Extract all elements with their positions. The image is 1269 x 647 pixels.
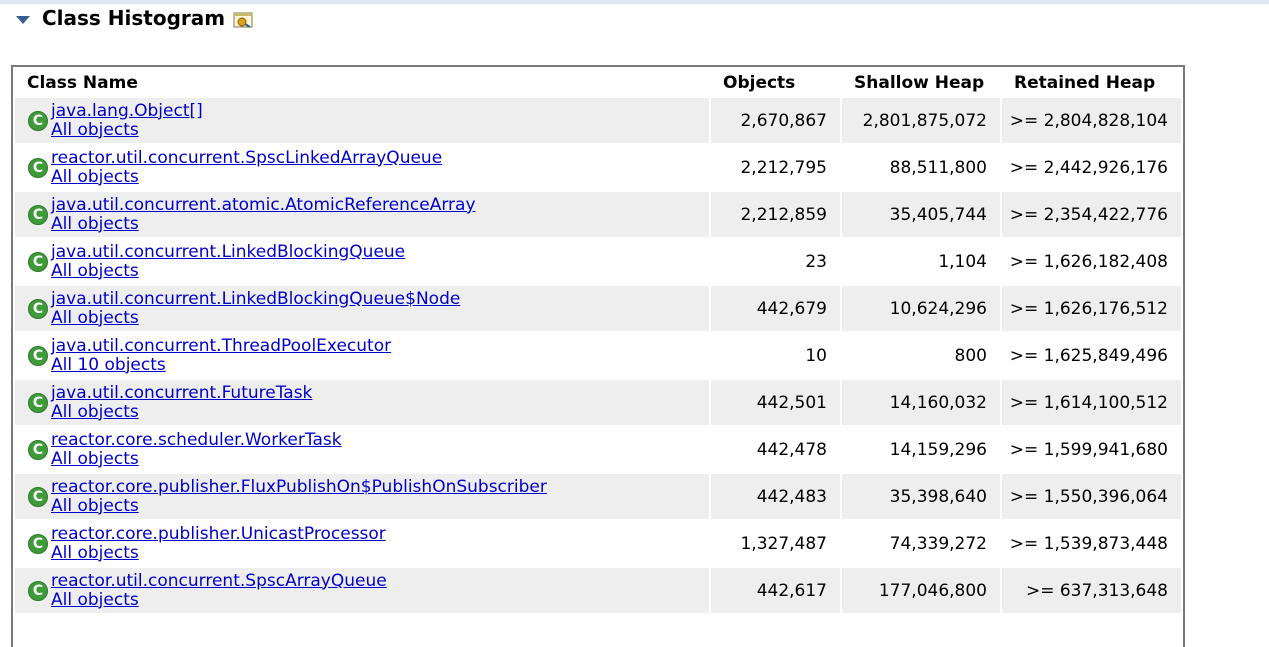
class-name-link[interactable]: reactor.core.publisher.UnicastProcessor <box>51 524 386 544</box>
top-strip <box>0 0 1269 4</box>
all-objects-link[interactable]: All 10 objects <box>51 355 391 375</box>
objects-cell: 10 <box>711 333 840 378</box>
objects-cell: 442,478 <box>711 427 840 472</box>
class-c-icon: C <box>28 251 48 272</box>
class-name-cell: C java.util.concurrent.FutureTask All ob… <box>15 380 709 425</box>
retained-heap-cell: >= 1,614,100,512 <box>1002 380 1181 425</box>
table-row: C java.util.concurrent.atomic.AtomicRefe… <box>15 192 1181 237</box>
retained-heap-cell: >= 1,625,849,496 <box>1002 333 1181 378</box>
class-c-icon: C <box>28 204 48 225</box>
collapse-triangle-icon[interactable] <box>16 15 30 24</box>
class-name-cell: C reactor.core.scheduler.WorkerTask All … <box>15 427 709 472</box>
shallow-heap-cell: 88,511,800 <box>842 145 1000 190</box>
objects-cell: 442,483 <box>711 474 840 519</box>
class-name-link[interactable]: java.util.concurrent.LinkedBlockingQueue <box>51 242 405 262</box>
shallow-heap-cell: 35,405,744 <box>842 192 1000 237</box>
class-name-cell: C java.util.concurrent.LinkedBlockingQue… <box>15 239 709 284</box>
section-header: Class Histogram <box>16 5 253 31</box>
retained-heap-cell: >= 2,442,926,176 <box>1002 145 1181 190</box>
class-c-icon: C <box>28 345 48 366</box>
shallow-heap-cell: 74,339,272 <box>842 521 1000 566</box>
class-c-icon: C <box>28 439 48 460</box>
details-icon[interactable] <box>233 12 253 28</box>
all-objects-link[interactable]: All objects <box>51 120 203 140</box>
all-objects-link[interactable]: All objects <box>51 449 342 469</box>
objects-cell: 2,670,867 <box>711 98 840 143</box>
table-row: C reactor.core.publisher.FluxPublishOn$P… <box>15 474 1181 519</box>
class-name-link[interactable]: java.util.concurrent.FutureTask <box>51 383 312 403</box>
shallow-heap-cell: 14,159,296 <box>842 427 1000 472</box>
retained-heap-cell: >= 637,313,648 <box>1002 568 1181 613</box>
class-name-cell: C java.util.concurrent.ThreadPoolExecuto… <box>15 333 709 378</box>
class-name-link[interactable]: reactor.util.concurrent.SpscLinkedArrayQ… <box>51 148 442 168</box>
class-name-cell: C java.util.concurrent.atomic.AtomicRefe… <box>15 192 709 237</box>
shallow-heap-cell: 177,046,800 <box>842 568 1000 613</box>
class-histogram-table: Class Name Objects Shallow Heap Retained… <box>11 65 1185 647</box>
shallow-heap-cell: 10,624,296 <box>842 286 1000 331</box>
column-header-retained-heap[interactable]: Retained Heap <box>1002 69 1181 96</box>
class-name-link[interactable]: reactor.core.publisher.FluxPublishOn$Pub… <box>51 477 547 497</box>
table-row: C reactor.util.concurrent.SpscArrayQueue… <box>15 568 1181 613</box>
column-header-class-name[interactable]: Class Name <box>15 69 709 96</box>
table-row: C reactor.core.scheduler.WorkerTask All … <box>15 427 1181 472</box>
class-name-link[interactable]: java.util.concurrent.atomic.AtomicRefere… <box>51 195 476 215</box>
all-objects-link[interactable]: All objects <box>51 590 387 610</box>
class-name-link[interactable]: reactor.core.scheduler.WorkerTask <box>51 430 342 450</box>
table-row: C java.lang.Object[] All objects 2,670,8… <box>15 98 1181 143</box>
retained-heap-cell: >= 1,550,396,064 <box>1002 474 1181 519</box>
class-c-icon: C <box>28 392 48 413</box>
class-c-icon: C <box>28 157 48 178</box>
retained-heap-cell: >= 1,539,873,448 <box>1002 521 1181 566</box>
table-row: C reactor.util.concurrent.SpscLinkedArra… <box>15 145 1181 190</box>
table-header-row: Class Name Objects Shallow Heap Retained… <box>15 69 1181 96</box>
objects-cell: 442,617 <box>711 568 840 613</box>
class-c-icon: C <box>28 298 48 319</box>
all-objects-link[interactable]: All objects <box>51 496 547 516</box>
class-c-icon: C <box>28 580 48 601</box>
objects-cell: 1,327,487 <box>711 521 840 566</box>
retained-heap-cell: >= 2,804,828,104 <box>1002 98 1181 143</box>
all-objects-link[interactable]: All objects <box>51 167 442 187</box>
all-objects-link[interactable]: All objects <box>51 543 386 563</box>
objects-cell: 442,501 <box>711 380 840 425</box>
class-name-link[interactable]: java.lang.Object[] <box>51 101 203 121</box>
class-name-cell: C reactor.util.concurrent.SpscLinkedArra… <box>15 145 709 190</box>
class-c-icon: C <box>28 486 48 507</box>
table-row: C java.util.concurrent.FutureTask All ob… <box>15 380 1181 425</box>
table-row: C java.util.concurrent.ThreadPoolExecuto… <box>15 333 1181 378</box>
class-name-link[interactable]: java.util.concurrent.LinkedBlockingQueue… <box>51 289 460 309</box>
objects-cell: 23 <box>711 239 840 284</box>
class-name-link[interactable]: java.util.concurrent.ThreadPoolExecutor <box>51 336 391 356</box>
column-header-objects[interactable]: Objects <box>711 69 840 96</box>
objects-cell: 2,212,795 <box>711 145 840 190</box>
class-name-cell: C reactor.core.publisher.UnicastProcesso… <box>15 521 709 566</box>
shallow-heap-cell: 14,160,032 <box>842 380 1000 425</box>
shallow-heap-cell: 35,398,640 <box>842 474 1000 519</box>
class-name-cell: C reactor.core.publisher.FluxPublishOn$P… <box>15 474 709 519</box>
table-row: C java.util.concurrent.LinkedBlockingQue… <box>15 286 1181 331</box>
table-row: C java.util.concurrent.LinkedBlockingQue… <box>15 239 1181 284</box>
all-objects-link[interactable]: All objects <box>51 214 476 234</box>
shallow-heap-cell: 2,801,875,072 <box>842 98 1000 143</box>
shallow-heap-cell: 1,104 <box>842 239 1000 284</box>
all-objects-link[interactable]: All objects <box>51 261 405 281</box>
column-header-shallow-heap[interactable]: Shallow Heap <box>842 69 1000 96</box>
class-name-cell: C java.util.concurrent.LinkedBlockingQue… <box>15 286 709 331</box>
class-name-link[interactable]: reactor.util.concurrent.SpscArrayQueue <box>51 571 387 591</box>
retained-heap-cell: >= 1,599,941,680 <box>1002 427 1181 472</box>
section-title: Class Histogram <box>42 6 226 30</box>
all-objects-link[interactable]: All objects <box>51 308 460 328</box>
class-c-icon: C <box>28 533 48 554</box>
class-c-icon: C <box>28 110 48 131</box>
class-name-cell: C java.lang.Object[] All objects <box>15 98 709 143</box>
all-objects-link[interactable]: All objects <box>51 402 312 422</box>
retained-heap-cell: >= 1,626,182,408 <box>1002 239 1181 284</box>
objects-cell: 442,679 <box>711 286 840 331</box>
retained-heap-cell: >= 2,354,422,776 <box>1002 192 1181 237</box>
objects-cell: 2,212,859 <box>711 192 840 237</box>
table-row: C reactor.core.publisher.UnicastProcesso… <box>15 521 1181 566</box>
class-name-cell: C reactor.util.concurrent.SpscArrayQueue… <box>15 568 709 613</box>
shallow-heap-cell: 800 <box>842 333 1000 378</box>
retained-heap-cell: >= 1,626,176,512 <box>1002 286 1181 331</box>
